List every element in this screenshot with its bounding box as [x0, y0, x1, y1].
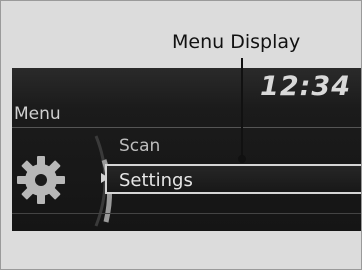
callout-leader — [238, 58, 246, 163]
figure-frame: Menu Display 12:34 Menu Scan Settings — [0, 0, 362, 270]
